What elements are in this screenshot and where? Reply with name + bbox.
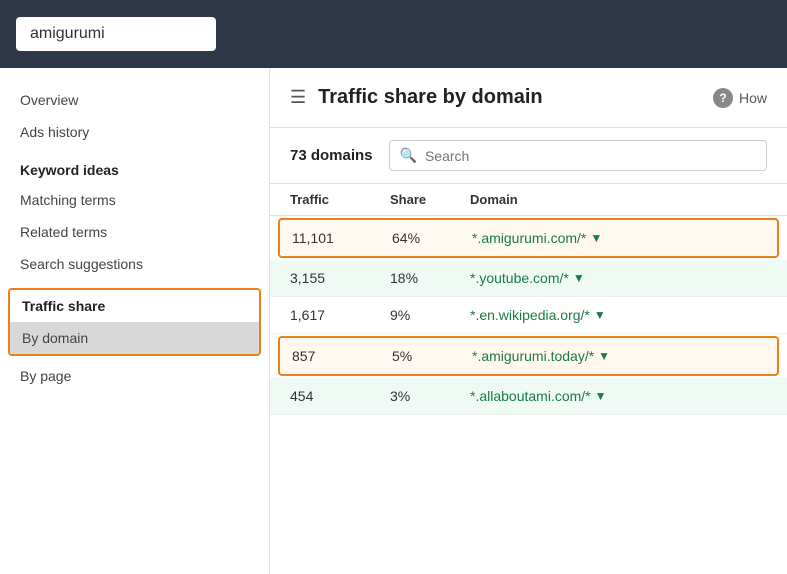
cell-domain[interactable]: *.youtube.com/* ▼ (470, 270, 767, 286)
cell-share: 3% (390, 388, 470, 404)
cell-domain[interactable]: *.allaboutami.com/* ▼ (470, 388, 767, 404)
cell-domain[interactable]: *.amigurumi.today/* ▼ (472, 348, 765, 364)
domain-value: *.en.wikipedia.org/* (470, 307, 590, 323)
main-header: ☰ Traffic share by domain ? How (270, 68, 787, 128)
domain-value: *.amigurumi.today/* (472, 348, 594, 364)
sidebar-item-ads-history[interactable]: Ads history (0, 116, 269, 148)
app-header: amigurumi (0, 0, 787, 68)
sidebar-item-overview[interactable]: Overview (0, 84, 269, 116)
search-input[interactable] (425, 148, 756, 164)
domain-value: *.amigurumi.com/* (472, 230, 586, 246)
table-row: 3,155 18% *.youtube.com/* ▼ (270, 260, 787, 297)
cell-share: 18% (390, 270, 470, 286)
cell-share: 64% (392, 230, 472, 246)
cell-traffic: 1,617 (290, 307, 390, 323)
table-row: 1,617 9% *.en.wikipedia.org/* ▼ (270, 297, 787, 334)
search-box[interactable]: 🔍 (389, 140, 767, 171)
sidebar-item-search-suggestions[interactable]: Search suggestions (0, 248, 269, 280)
traffic-share-section: Traffic share By domain (8, 288, 261, 356)
main-content: ☰ Traffic share by domain ? How 73 domai… (270, 68, 787, 574)
table-row: 11,101 64% *.amigurumi.com/* ▼ (278, 218, 779, 258)
search-icon: 🔍 (400, 147, 417, 164)
main-layout: Overview Ads history Keyword ideas Match… (0, 68, 787, 574)
keyword-ideas-label: Keyword ideas (0, 148, 269, 184)
chevron-down-icon[interactable]: ▼ (573, 271, 585, 285)
domain-value: *.allaboutami.com/* (470, 388, 591, 404)
table-row: 857 5% *.amigurumi.today/* ▼ (278, 336, 779, 376)
domain-value: *.youtube.com/* (470, 270, 569, 286)
traffic-share-label: Traffic share (10, 290, 259, 322)
chevron-down-icon[interactable]: ▼ (598, 349, 610, 363)
table-header: Traffic Share Domain (270, 184, 787, 216)
table-row: 454 3% *.allaboutami.com/* ▼ (270, 378, 787, 415)
sidebar-item-matching-terms[interactable]: Matching terms (0, 184, 269, 216)
chevron-down-icon[interactable]: ▼ (595, 389, 607, 403)
cell-traffic: 3,155 (290, 270, 390, 286)
question-icon: ? (713, 88, 733, 108)
cell-traffic: 857 (292, 348, 392, 364)
cell-traffic: 454 (290, 388, 390, 404)
col-domain: Domain (470, 192, 767, 207)
hamburger-icon[interactable]: ☰ (290, 87, 306, 108)
cell-domain[interactable]: *.en.wikipedia.org/* ▼ (470, 307, 767, 323)
col-traffic: Traffic (290, 192, 390, 207)
domain-count: 73 domains (290, 147, 373, 164)
sidebar-item-by-domain[interactable]: By domain (10, 322, 259, 354)
sidebar: Overview Ads history Keyword ideas Match… (0, 68, 270, 574)
toolbar: 73 domains 🔍 (270, 128, 787, 184)
sidebar-item-by-page[interactable]: By page (0, 360, 269, 392)
page-title: Traffic share by domain (318, 86, 701, 109)
col-share: Share (390, 192, 470, 207)
main-search-input[interactable]: amigurumi (16, 17, 216, 51)
cell-domain[interactable]: *.amigurumi.com/* ▼ (472, 230, 765, 246)
how-button[interactable]: ? How (713, 88, 767, 108)
cell-share: 5% (392, 348, 472, 364)
cell-traffic: 11,101 (292, 230, 392, 246)
cell-share: 9% (390, 307, 470, 323)
how-label: How (739, 90, 767, 106)
chevron-down-icon[interactable]: ▼ (594, 308, 606, 322)
chevron-down-icon[interactable]: ▼ (590, 231, 602, 245)
sidebar-item-related-terms[interactable]: Related terms (0, 216, 269, 248)
